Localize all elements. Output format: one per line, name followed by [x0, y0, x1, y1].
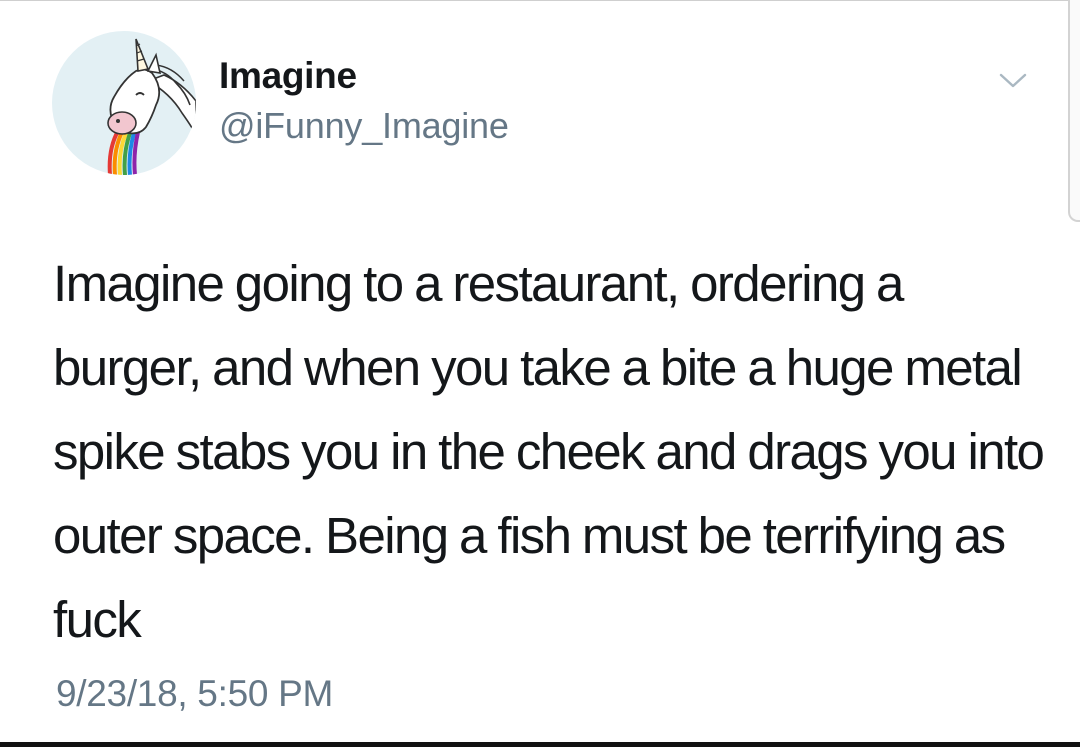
avatar[interactable]: [52, 31, 196, 175]
author-display-name[interactable]: Imagine: [219, 54, 357, 98]
top-divider: [0, 0, 1080, 1]
author-handle[interactable]: @iFunny_Imagine: [219, 104, 509, 148]
tweet-card: Imagine @iFunny_Imagine Imagine going to…: [0, 0, 1080, 747]
tweet-timestamp[interactable]: 9/23/18, 5:50 PM: [56, 671, 333, 717]
chevron-down-icon: [999, 73, 1027, 88]
tweet-menu-button[interactable]: [995, 68, 1031, 92]
tweet-text: Imagine going to a restaurant, ordering …: [53, 255, 1045, 648]
unicorn-avatar-icon: [107, 38, 196, 175]
bottom-divider: [0, 742, 1080, 747]
rainbow-stream: [107, 129, 140, 175]
scrollbar[interactable]: [1068, 0, 1080, 222]
